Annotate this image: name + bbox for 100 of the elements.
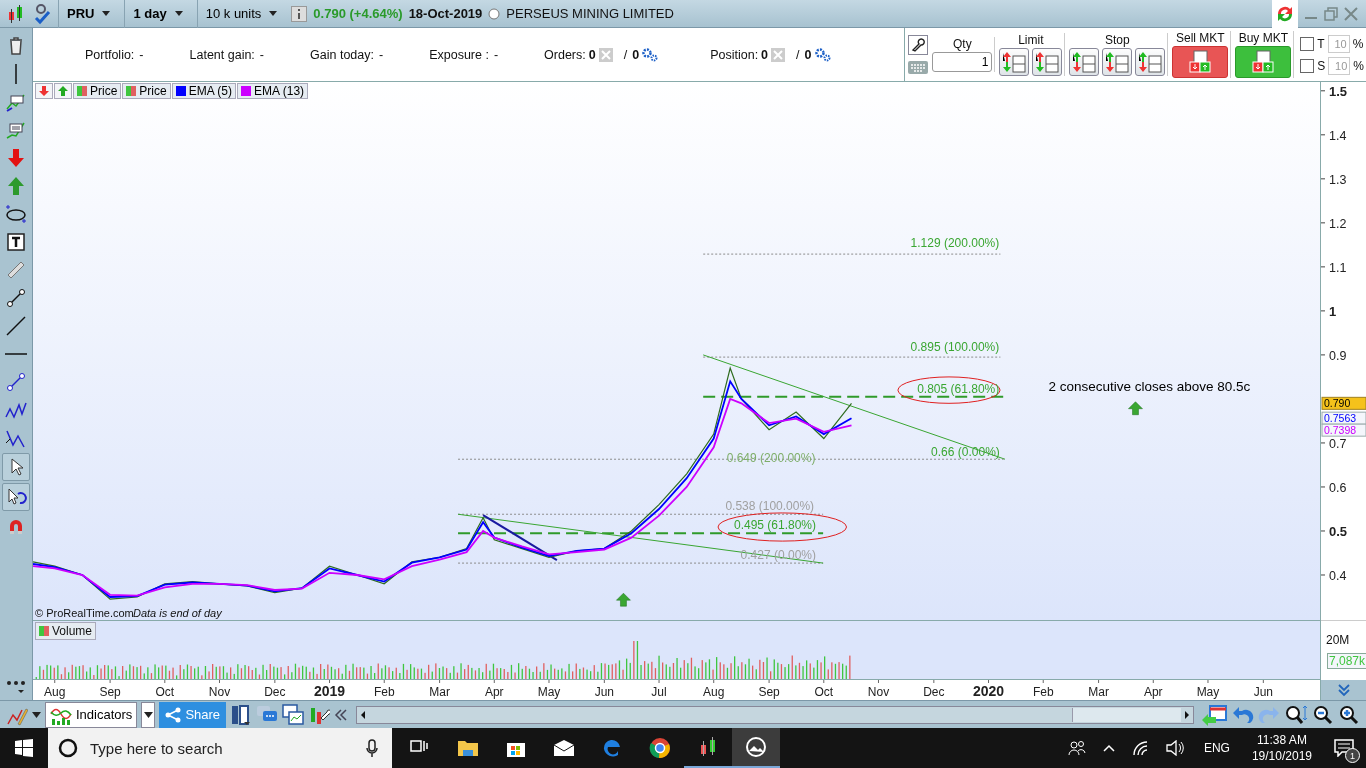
double-left-icon[interactable] (334, 707, 349, 722)
axis-label: Feb (373, 685, 395, 700)
axis-label: 1.2 (1329, 216, 1347, 231)
limit-buy-button[interactable] (999, 48, 1030, 76)
legend-item[interactable]: Price (122, 83, 171, 99)
people-icon[interactable] (1067, 739, 1086, 757)
radio-icon[interactable] (488, 7, 501, 20)
interval-dropdown[interactable]: 1 day (124, 0, 191, 28)
stat-value: - (378, 47, 384, 62)
windows-chart-icon[interactable] (282, 703, 305, 726)
double-chevron-icon (1337, 683, 1351, 697)
buy-market-button[interactable] (1235, 46, 1292, 78)
axis-label: Nov (867, 685, 890, 700)
text-icon[interactable] (5, 231, 27, 253)
chrome-icon[interactable] (649, 737, 671, 759)
notification-count: 1 (1345, 748, 1360, 763)
candle-swatch-icon (126, 86, 137, 96)
search-field[interactable]: Type here to search (88, 738, 356, 758)
mail-icon[interactable] (553, 737, 575, 759)
legend-item[interactable]: Volume (35, 622, 97, 640)
up-arrow-icon (1128, 401, 1143, 415)
segment-icon[interactable] (5, 371, 27, 393)
price-tag: 0.7398 (1321, 423, 1366, 437)
share-icon (165, 706, 182, 723)
level-label: 1.129 (200.00%) (910, 236, 1000, 251)
legend-item[interactable]: EMA (5) (171, 83, 237, 99)
caret-icon (102, 11, 111, 16)
collapse-button[interactable] (35, 83, 53, 99)
gears-icon[interactable] (642, 47, 659, 62)
axis-label: 0.6 (1329, 480, 1347, 495)
line-icon[interactable] (5, 315, 27, 337)
checkmark-icon[interactable] (32, 2, 52, 25)
segment-icon[interactable] (5, 287, 27, 309)
limit-label: Limit (1018, 33, 1044, 47)
language-indicator[interactable]: ENG (1203, 741, 1230, 755)
limit-sell-button[interactable] (1032, 48, 1063, 76)
counter-value: 0 (632, 47, 640, 62)
stop-sell-button[interactable] (1102, 48, 1133, 76)
wrench-icon[interactable] (908, 34, 929, 55)
stop-buy-button[interactable] (1069, 48, 1100, 76)
ruler-icon[interactable] (5, 259, 27, 281)
zoom-fit-icon[interactable] (1284, 703, 1308, 726)
caret-icon (143, 711, 153, 718)
level-label: 0.538 (100.00%) (725, 498, 815, 513)
photos-icon[interactable] (745, 736, 767, 758)
copyright-text: © ProRealTime.com (35, 607, 134, 619)
counter-label: Position: (710, 47, 759, 62)
search-box[interactable]: Type here to search (48, 728, 392, 768)
scroll-thumb[interactable] (1072, 707, 1181, 722)
sell-market-button[interactable] (1172, 46, 1229, 78)
down-arrow-icon[interactable] (5, 147, 27, 169)
qty-field[interactable]: 1 (932, 52, 993, 72)
legend-item[interactable]: EMA (13) (237, 83, 309, 99)
axis-label: 2020 (972, 683, 1005, 700)
calendar-back-icon[interactable] (1202, 703, 1228, 726)
notifications-button[interactable]: 1 (1322, 728, 1366, 768)
order-ticket-icon (1250, 50, 1277, 74)
symbol-dropdown[interactable]: PRU (58, 0, 119, 28)
axis-label: 0.7 (1329, 436, 1347, 451)
pointer-rotate-icon[interactable] (5, 486, 27, 508)
option-label: S (1317, 58, 1326, 73)
expand-button[interactable] (54, 83, 72, 99)
edge-icon[interactable] (601, 737, 623, 759)
legend-item[interactable]: Price (73, 83, 122, 99)
layout-icon[interactable] (230, 703, 253, 726)
windows-icon[interactable] (15, 739, 33, 757)
gears-icon[interactable] (814, 47, 831, 62)
axis-label: 0.4 (1329, 569, 1347, 583)
level-label: 0.649 (200.00%) (726, 450, 816, 465)
clock-time[interactable]: 11:38 AM (1257, 732, 1307, 748)
up-arrow-icon (616, 592, 631, 607)
axis-label: Dec (264, 685, 286, 700)
caret-icon (269, 11, 278, 16)
axis-label: Aug (703, 685, 725, 700)
annotation-text: 2 consecutive closes above 80.5c (1048, 379, 1251, 394)
units-dropdown[interactable]: 10 k units (196, 0, 286, 28)
caret-icon[interactable] (32, 711, 41, 718)
counter-label: Orders: (544, 47, 586, 62)
axis-label: May (537, 685, 561, 700)
zoom-out-icon[interactable] (1312, 703, 1334, 726)
stop-trailing-button[interactable] (1135, 48, 1166, 76)
ellipse-icon[interactable] (5, 203, 27, 225)
instrument-name: PERSEUS MINING LIMITED (506, 6, 674, 21)
zoom-in-icon[interactable] (1338, 703, 1360, 726)
refresh-button[interactable] (1272, 0, 1298, 28)
horizontal-scrollbar[interactable] (356, 705, 1194, 724)
speaker-icon[interactable] (1165, 740, 1184, 756)
clock-date[interactable]: 19/10/2019 (1251, 748, 1312, 764)
quote-date: 18-Oct-2019 (408, 6, 483, 21)
order-icon (1137, 50, 1164, 74)
separator-text: / (796, 47, 800, 62)
percent-unit: % (1353, 58, 1364, 73)
dropdown-button[interactable] (141, 701, 156, 728)
counter-value: 0 (761, 47, 769, 62)
wifi-icon[interactable] (1131, 740, 1150, 756)
search-icon[interactable] (58, 738, 78, 758)
axis-label: Mar (429, 685, 450, 700)
indicators-button[interactable]: Indicators (45, 701, 138, 728)
stat-label: Exposure : (429, 47, 489, 62)
axis-label: 1 (1329, 303, 1337, 319)
